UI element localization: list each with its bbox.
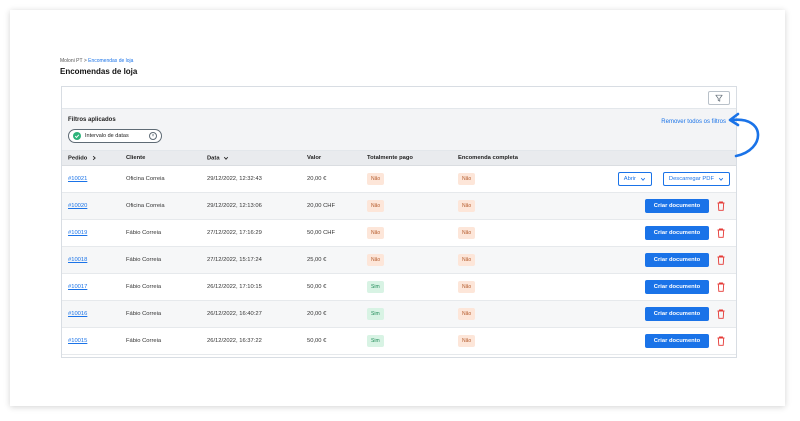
table-row: #10019 Fábio Correia 27/12/2022, 17:16:2…: [62, 220, 736, 247]
breadcrumb-root[interactable]: Moloni PT: [60, 58, 82, 64]
paid-badge: Não: [367, 254, 385, 266]
date-cell: 26/12/2022, 16:37:22: [207, 338, 262, 344]
order-link[interactable]: #10021: [68, 176, 87, 182]
complete-badge: Não: [458, 173, 476, 185]
value-cell: 25,00 €: [307, 257, 327, 263]
table-row: #10021 Oficina Correia 29/12/2022, 12:32…: [62, 166, 736, 193]
trash-icon[interactable]: [716, 226, 726, 240]
value-cell: 50,00 €: [307, 284, 327, 290]
paid-badge: Sim: [367, 335, 384, 347]
complete-badge: Não: [458, 335, 476, 347]
table-row: #10016 Fábio Correia 26/12/2022, 16:40:2…: [62, 301, 736, 328]
column-header-complete: Encomenda completa: [458, 155, 518, 161]
column-header-value: Valor: [307, 155, 322, 161]
create-document-button[interactable]: Criar documento: [645, 253, 709, 267]
create-document-button[interactable]: Criar documento: [645, 199, 709, 213]
chevron-right-icon: [92, 155, 96, 161]
order-link[interactable]: #10020: [68, 203, 87, 209]
client-cell: Fábio Correia: [126, 284, 162, 290]
breadcrumb: Moloni PT > Encomendas de loja: [60, 58, 133, 64]
date-cell: 26/12/2022, 17:10:15: [207, 284, 262, 290]
trash-icon[interactable]: [716, 307, 726, 321]
applied-filters: Filtros aplicados Intervalo de datas × R…: [62, 109, 736, 151]
trash-icon[interactable]: [716, 253, 726, 267]
chevron-down-icon: [640, 177, 646, 181]
create-document-button[interactable]: Criar documento: [645, 307, 709, 321]
page-title: Encomendas de loja: [60, 67, 138, 76]
table-row: #10017 Fábio Correia 26/12/2022, 17:10:1…: [62, 274, 736, 301]
client-cell: Oficina Correia: [126, 176, 165, 182]
table-header: Pedido Cliente Data Valor Totalmente pag…: [62, 151, 736, 166]
client-cell: Oficina Correia: [126, 203, 165, 209]
value-cell: 20,00 €: [307, 176, 327, 182]
create-document-button[interactable]: Criar documento: [645, 280, 709, 294]
date-cell: 27/12/2022, 17:16:29: [207, 230, 262, 236]
download-pdf-button[interactable]: Descarregar PDF: [662, 172, 730, 186]
order-link[interactable]: #10015: [68, 338, 87, 344]
table-row: #10020 Oficina Correia 29/12/2022, 12:13…: [62, 193, 736, 220]
paid-badge: Não: [367, 227, 385, 239]
filter-chip-date-range[interactable]: Intervalo de datas ×: [68, 129, 162, 143]
check-icon: [73, 132, 81, 140]
order-link[interactable]: #10016: [68, 311, 87, 317]
paid-badge: Não: [367, 200, 385, 212]
filters-label: Filtros aplicados: [68, 117, 116, 123]
complete-badge: Não: [458, 308, 476, 320]
value-cell: 50,00 €: [307, 338, 327, 344]
filter-chip-label: Intervalo de datas: [85, 133, 129, 139]
order-link[interactable]: #10018: [68, 257, 87, 263]
complete-badge: Não: [458, 254, 476, 266]
paid-badge: Sim: [367, 281, 384, 293]
create-document-button[interactable]: Criar documento: [645, 334, 709, 348]
chevron-down-icon: [718, 177, 724, 181]
table-body: #10021 Oficina Correia 29/12/2022, 12:32…: [62, 166, 736, 355]
panel-toolbar: [62, 87, 736, 109]
remove-all-filters-link[interactable]: Remover todos os filtros: [661, 119, 726, 125]
client-cell: Fábio Correia: [126, 230, 162, 236]
order-link[interactable]: #10017: [68, 284, 87, 290]
column-header-date[interactable]: Data: [207, 155, 229, 162]
paid-badge: Sim: [367, 308, 384, 320]
open-dropdown-button[interactable]: Abrir: [617, 172, 652, 186]
trash-icon[interactable]: [716, 334, 726, 348]
client-cell: Fábio Correia: [126, 257, 162, 263]
column-header-order[interactable]: Pedido: [68, 155, 97, 162]
column-header-paid: Totalmente pago: [367, 155, 413, 161]
table-row: #10015 Fábio Correia 26/12/2022, 16:37:2…: [62, 328, 736, 355]
client-cell: Fábio Correia: [126, 311, 162, 317]
close-icon[interactable]: ×: [149, 132, 157, 140]
complete-badge: Não: [458, 200, 476, 212]
date-cell: 27/12/2022, 15:17:24: [207, 257, 262, 263]
complete-badge: Não: [458, 227, 476, 239]
orders-panel: Filtros aplicados Intervalo de datas × R…: [61, 86, 737, 358]
order-link[interactable]: #10019: [68, 230, 87, 236]
filter-button[interactable]: [708, 91, 730, 105]
trash-icon[interactable]: [716, 199, 726, 213]
value-cell: 20,00 CHF: [307, 203, 336, 209]
trash-icon[interactable]: [716, 280, 726, 294]
date-cell: 29/12/2022, 12:13:06: [207, 203, 262, 209]
date-cell: 26/12/2022, 16:40:27: [207, 311, 262, 317]
chevron-down-icon: [224, 156, 229, 160]
funnel-icon: [715, 94, 723, 102]
client-cell: Fábio Correia: [126, 338, 162, 344]
date-cell: 29/12/2022, 12:32:43: [207, 176, 262, 182]
create-document-button[interactable]: Criar documento: [645, 226, 709, 240]
value-cell: 20,00 €: [307, 311, 327, 317]
curved-arrow-icon: [728, 112, 760, 158]
table-row: #10018 Fábio Correia 27/12/2022, 15:17:2…: [62, 247, 736, 274]
complete-badge: Não: [458, 281, 476, 293]
breadcrumb-current[interactable]: Encomendas de loja: [88, 58, 133, 64]
breadcrumb-separator: >: [83, 58, 87, 64]
column-header-client: Cliente: [126, 155, 146, 161]
value-cell: 50,00 CHF: [307, 230, 336, 236]
paid-badge: Não: [367, 173, 385, 185]
